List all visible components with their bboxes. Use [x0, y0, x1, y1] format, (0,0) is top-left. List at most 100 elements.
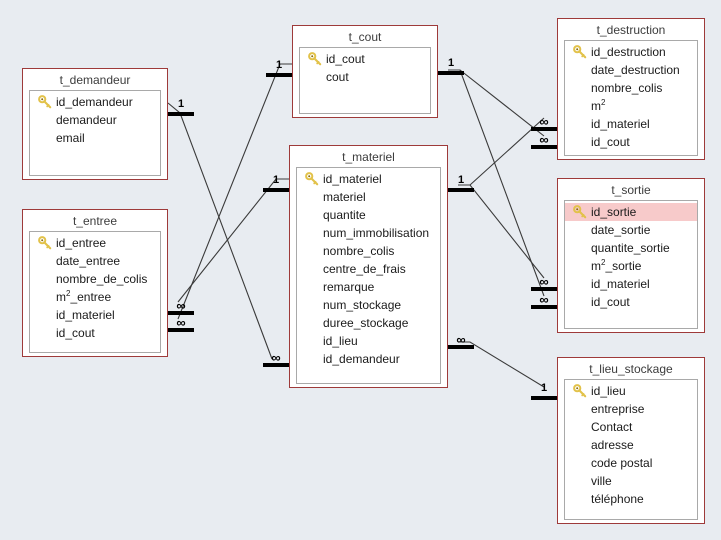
field-row-t_materiel-materiel[interactable]: materiel	[297, 188, 440, 206]
field-label: nombre_colis	[323, 244, 395, 258]
table-box-t_entree[interactable]: t_entree id_entree date_entree nombre_de_co…	[22, 209, 168, 357]
cardinality-marker-ep-materiel-right-one[interactable]: 1	[448, 174, 474, 193]
relationship-line-rel-cout-destruction[interactable]	[448, 69, 545, 137]
field-row-t_entree-m-entree[interactable]: m2_entree	[30, 288, 160, 306]
cardinality-marker-ep-entree-many-a[interactable]: ∞	[168, 299, 194, 316]
field-row-t_materiel-num-stockage[interactable]: num_stockage	[297, 296, 440, 314]
cardinality-label: 1	[177, 98, 185, 110]
cardinality-marker-ep-cout-left-one[interactable]: 1	[266, 59, 292, 78]
cardinality-label: 1	[457, 174, 465, 186]
field-row-t_destruction-id-destruction[interactable]: id_destruction	[565, 43, 697, 61]
field-row-t_entree-id-materiel[interactable]: id_materiel	[30, 306, 160, 324]
table-title-t_lieu_stockage[interactable]: t_lieu_stockage	[558, 358, 704, 379]
field-row-t_materiel-num-immobilisation[interactable]: num_immobilisation	[297, 224, 440, 242]
field-row-t_lieu_stockage-code-postal[interactable]: code postal	[565, 454, 697, 472]
table-box-t_sortie[interactable]: t_sortie id_sortie date_sortie quantite_sor…	[557, 178, 705, 333]
field-row-t_demandeur-id-demandeur[interactable]: id_demandeur	[30, 93, 160, 111]
field-row-t_lieu_stockage-adresse[interactable]: adresse	[565, 436, 697, 454]
field-row-t_destruction-m-[interactable]: m2	[565, 97, 697, 115]
field-label: m2_entree	[56, 289, 112, 305]
field-row-t_materiel-duree-stockage[interactable]: duree_stockage	[297, 314, 440, 332]
cardinality-marker-ep-destruction-many-a[interactable]: ∞	[531, 115, 557, 132]
table-title-t_sortie[interactable]: t_sortie	[558, 179, 704, 200]
field-label: m2_sortie	[591, 258, 642, 274]
cardinality-marker-ep-sortie-many-b[interactable]: ∞	[531, 293, 557, 310]
field-label: id_cout	[591, 295, 630, 309]
table-title-t_demandeur[interactable]: t_demandeur	[23, 69, 167, 90]
table-title-t_materiel[interactable]: t_materiel	[290, 146, 447, 167]
field-row-t_lieu_stockage-entreprise[interactable]: entreprise	[565, 400, 697, 418]
field-row-t_lieu_stockage-ville[interactable]: ville	[565, 472, 697, 490]
field-row-t_entree-id-cout[interactable]: id_cout	[30, 324, 160, 342]
cardinality-marker-ep-materiel-right-many[interactable]: ∞	[448, 333, 474, 350]
field-row-t_destruction-date-destruction[interactable]: date_destruction	[565, 61, 697, 79]
field-row-t_sortie-m-sortie[interactable]: m2_sortie	[565, 257, 697, 275]
table-title-t_entree[interactable]: t_entree	[23, 210, 167, 231]
relationships-canvas[interactable]: t_demandeur id_demandeur demandeur email t_e…	[0, 0, 721, 540]
field-row-t_entree-id-entree[interactable]: id_entree	[30, 234, 160, 252]
table-box-t_cout[interactable]: t_cout id_cout cout	[292, 25, 438, 118]
field-label: Contact	[591, 420, 633, 434]
field-list-t_cout[interactable]: id_cout cout	[299, 47, 431, 114]
relationship-line-rel-materiel-entree[interactable]	[177, 178, 289, 303]
field-row-t_materiel-nombre-colis[interactable]: nombre_colis	[297, 242, 440, 260]
field-row-t_sortie-quantite-sortie[interactable]: quantite_sortie	[565, 239, 697, 257]
field-list-t_lieu_stockage[interactable]: id_lieu entreprise Contact adresse code post…	[564, 379, 698, 520]
field-list-t_demandeur[interactable]: id_demandeur demandeur email	[29, 90, 161, 176]
table-box-t_lieu_stockage[interactable]: t_lieu_stockage id_lieu entreprise Contact a…	[557, 357, 705, 524]
cardinality-marker-ep-materiel-left-many[interactable]: ∞	[263, 350, 289, 368]
cardinality-label: ∞	[271, 350, 281, 365]
field-row-t_sortie-date-sortie[interactable]: date_sortie	[565, 221, 697, 239]
field-label: id_demandeur	[56, 95, 133, 109]
field-row-t_materiel-remarque[interactable]: remarque	[297, 278, 440, 296]
field-row-t_cout-cout[interactable]: cout	[300, 68, 430, 86]
cardinality-marker-ep-entree-many-b[interactable]: ∞	[168, 315, 194, 333]
field-label: demandeur	[56, 113, 117, 127]
field-label: materiel	[323, 190, 366, 204]
primary-key-icon	[38, 236, 52, 250]
field-list-t_destruction[interactable]: id_destruction date_destruction nombre_col…	[564, 40, 698, 156]
field-row-t_demandeur-email[interactable]: email	[30, 129, 160, 147]
cardinality-marker-ep-lieu-one[interactable]: 1	[531, 382, 557, 401]
cardinality-label: 1	[272, 174, 280, 186]
field-row-t_sortie-id-sortie[interactable]: id_sortie	[565, 203, 697, 221]
field-row-t_materiel-id-demandeur[interactable]: id_demandeur	[297, 350, 440, 368]
relationship-line-rel-materiel-sortie[interactable]	[458, 184, 545, 279]
field-row-t_cout-id-cout[interactable]: id_cout	[300, 50, 430, 68]
field-row-t_materiel-id-materiel[interactable]: id_materiel	[297, 170, 440, 188]
field-row-t_destruction-nombre-colis[interactable]: nombre_colis	[565, 79, 697, 97]
field-row-t_sortie-id-cout[interactable]: id_cout	[565, 293, 697, 311]
cardinality-marker-ep-materiel-left-one[interactable]: 1	[263, 174, 289, 193]
field-row-t_entree-nombre-de-colis[interactable]: nombre_de_colis	[30, 270, 160, 288]
field-list-t_sortie[interactable]: id_sortie date_sortie quantite_sortie m2_so…	[564, 200, 698, 329]
cardinality-marker-ep-destruction-many-b[interactable]: ∞	[531, 133, 557, 150]
field-label: email	[56, 131, 85, 145]
table-box-t_materiel[interactable]: t_materiel id_materiel materiel quantite num…	[289, 145, 448, 388]
table-title-t_destruction[interactable]: t_destruction	[558, 19, 704, 40]
cardinality-marker-ep-sortie-many-a[interactable]: ∞	[531, 275, 557, 292]
cardinality-marker-ep-demandeur-one[interactable]: 1	[168, 98, 194, 117]
field-row-t_lieu_stockage-id-lieu[interactable]: id_lieu	[565, 382, 697, 400]
field-row-t_entree-date-entree[interactable]: date_entree	[30, 252, 160, 270]
field-row-t_destruction-id-cout[interactable]: id_cout	[565, 133, 697, 151]
field-row-t_materiel-id-lieu[interactable]: id_lieu	[297, 332, 440, 350]
field-label: nombre_de_colis	[56, 272, 148, 286]
field-label: téléphone	[591, 492, 644, 506]
field-label: nombre_colis	[591, 81, 663, 95]
table-title-t_cout[interactable]: t_cout	[293, 26, 437, 47]
field-row-t_lieu_stockage-contact[interactable]: Contact	[565, 418, 697, 436]
cardinality-label: ∞	[176, 315, 186, 330]
field-row-t_destruction-id-materiel[interactable]: id_materiel	[565, 115, 697, 133]
field-row-t_materiel-centre-de-frais[interactable]: centre_de_frais	[297, 260, 440, 278]
field-row-t_materiel-quantite[interactable]: quantite	[297, 206, 440, 224]
table-box-t_destruction[interactable]: t_destruction id_destruction date_destruct…	[557, 18, 705, 160]
table-box-t_demandeur[interactable]: t_demandeur id_demandeur demandeur email	[22, 68, 168, 180]
field-label: num_immobilisation	[323, 226, 430, 240]
field-list-t_entree[interactable]: id_entree date_entree nombre_de_colis m2_en…	[29, 231, 161, 353]
field-row-t_sortie-id-materiel[interactable]: id_materiel	[565, 275, 697, 293]
field-label: id_destruction	[591, 45, 666, 59]
cardinality-marker-ep-cout-right-one[interactable]: 1	[438, 57, 464, 76]
field-row-t_demandeur-demandeur[interactable]: demandeur	[30, 111, 160, 129]
field-list-t_materiel[interactable]: id_materiel materiel quantite num_immobilis…	[296, 167, 441, 384]
field-row-t_lieu_stockage-t-l-phone[interactable]: téléphone	[565, 490, 697, 508]
